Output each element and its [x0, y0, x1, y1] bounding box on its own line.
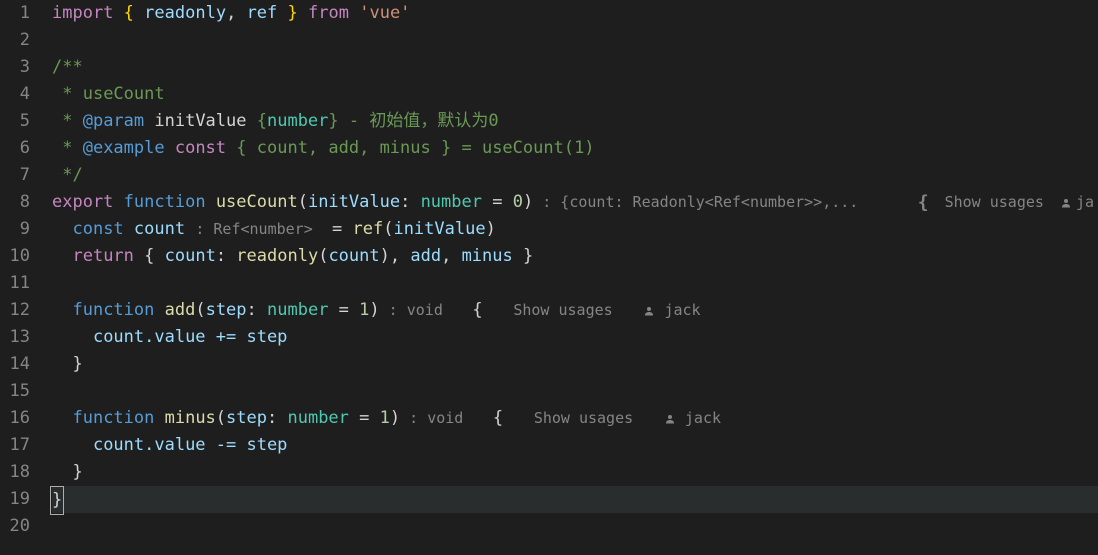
line-number: 12 [8, 297, 30, 324]
code-line-16[interactable]: function minus(step: number = 1) : void … [52, 405, 1098, 432]
code-line-13[interactable]: count.value += step [52, 324, 1098, 351]
inlay-hint: : {count: Readonly<Ref<number>>,... [533, 193, 858, 211]
code-line-15[interactable] [52, 378, 1098, 405]
line-number: 7 [8, 162, 30, 189]
line-number: 10 [8, 243, 30, 270]
line-number: 14 [8, 351, 30, 378]
code-line-17[interactable]: count.value -= step [52, 432, 1098, 459]
line-number: 19 [8, 486, 30, 513]
code-line-3[interactable]: /** [52, 54, 1098, 81]
code-line-19[interactable]: } [52, 486, 1098, 513]
code-line-7[interactable]: */ [52, 162, 1098, 189]
line-number: 16 [8, 405, 30, 432]
line-number: 15 [8, 378, 30, 405]
code-line-5[interactable]: * @param initValue {number} - 初始值，默认为0 [52, 108, 1098, 135]
line-number: 17 [8, 432, 30, 459]
line-number: 6 [8, 135, 30, 162]
author-annotation[interactable]: jack [664, 409, 721, 427]
code-line-20[interactable] [52, 513, 1098, 540]
person-icon [664, 413, 676, 425]
code-line-12[interactable]: function add(step: number = 1) : void { … [52, 297, 1098, 324]
code-line-1[interactable]: import { readonly, ref } from 'vue' [52, 0, 1098, 27]
line-number: 3 [8, 54, 30, 81]
show-usages-link[interactable]: Show usages [534, 409, 633, 427]
line-number: 13 [8, 324, 30, 351]
line-number: 1 [8, 0, 30, 27]
line-number: 20 [8, 513, 30, 540]
line-number: 18 [8, 459, 30, 486]
line-number: 11 [8, 270, 30, 297]
code-line-6[interactable]: * @example const { count, add, minus } =… [52, 135, 1098, 162]
code-line-9[interactable]: const count : Ref<number> = ref(initValu… [52, 216, 1098, 243]
fold-brace-icon[interactable]: { [918, 189, 929, 216]
code-line-11[interactable] [52, 270, 1098, 297]
code-line-2[interactable] [52, 27, 1098, 54]
line-number-gutter: 1234567891011121314151617181920 [0, 0, 42, 555]
show-usages-link[interactable]: Show usages [945, 189, 1044, 216]
line-number: 9 [8, 216, 30, 243]
show-usages-link[interactable]: Show usages [513, 301, 612, 319]
inlay-hint: : Ref<number> [195, 220, 321, 238]
code-line-10[interactable]: return { count: readonly(count), add, mi… [52, 243, 1098, 270]
line-number: 5 [8, 108, 30, 135]
code-line-8[interactable]: export function useCount(initValue: numb… [52, 189, 1098, 216]
code-line-4[interactable]: * useCount [52, 81, 1098, 108]
inlay-hint: : void [400, 409, 472, 427]
line-number: 4 [8, 81, 30, 108]
line-number: 2 [8, 27, 30, 54]
cursor: } [50, 486, 64, 515]
code-editor[interactable]: 1234567891011121314151617181920 import {… [0, 0, 1098, 555]
inlay-hint: : void [380, 301, 452, 319]
person-icon [1060, 197, 1072, 209]
line-number: 8 [8, 189, 30, 216]
code-line-14[interactable]: } [52, 351, 1098, 378]
code-area[interactable]: import { readonly, ref } from 'vue' /** … [42, 0, 1098, 555]
author-annotation[interactable]: jack [643, 301, 700, 319]
author-annotation[interactable]: ja [1060, 189, 1094, 216]
person-icon [643, 305, 655, 317]
code-line-18[interactable]: } [52, 459, 1098, 486]
